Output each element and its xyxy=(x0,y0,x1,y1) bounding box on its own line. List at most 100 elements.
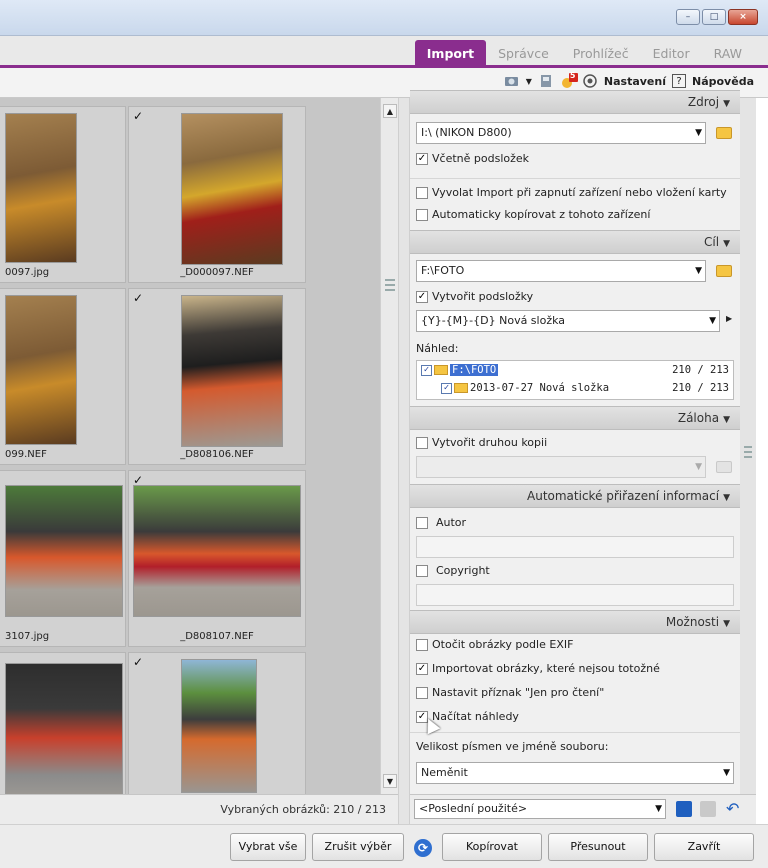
thumbnail-image xyxy=(5,113,77,263)
scroll-grip[interactable] xyxy=(385,276,395,312)
section-header-target[interactable]: Cíl ▼ xyxy=(410,230,740,254)
checkbox-label: Vyvolat Import při zapnutí zařízení nebo… xyxy=(432,186,727,199)
thumbnail-cell[interactable]: 0097.jpg xyxy=(0,106,126,283)
section-header-auto-info[interactable]: Automatické přiřazení informací ▼ xyxy=(410,484,740,508)
section-header-source[interactable]: Zdroj ▼ xyxy=(410,90,740,114)
tab-manager[interactable]: Správce xyxy=(486,40,561,68)
chevron-down-icon: ▼ xyxy=(695,462,702,472)
checkbox-box: ✓ xyxy=(416,662,428,675)
panel-splitter[interactable] xyxy=(398,98,410,824)
thumbnail-label: _D808107.NEF xyxy=(180,631,254,642)
thumbnail-cell[interactable]: 099.NEF xyxy=(0,288,126,465)
checkbox-box xyxy=(416,638,428,651)
checkbox-label: Načítat náhledy xyxy=(432,710,519,723)
maximize-button[interactable]: □ xyxy=(702,9,726,25)
tree-row[interactable]: ✓ F:\FOTO 210 / 213 xyxy=(417,361,733,379)
source-dropdown[interactable]: I:\ (NIKON D800) ▼ xyxy=(416,122,706,144)
checkbox-label: Vytvořit druhou kopii xyxy=(432,436,548,449)
tab-viewer[interactable]: Prohlížeč xyxy=(561,40,641,68)
author-checkbox[interactable]: Autor xyxy=(416,516,466,529)
preset-value: <Poslední použité> xyxy=(419,802,528,815)
thumbnail-image xyxy=(5,295,77,445)
settings-link[interactable]: Nastavení xyxy=(604,75,666,88)
delete-preset-icon[interactable] xyxy=(700,801,716,817)
scroll-up-icon[interactable]: ▲ xyxy=(383,104,397,118)
refresh-icon[interactable]: ⟳ xyxy=(414,839,432,857)
tree-node-count: 210 / 213 xyxy=(672,364,729,376)
author-input[interactable] xyxy=(416,536,734,558)
device-icon[interactable] xyxy=(538,73,554,89)
auto-import-checkbox[interactable]: Vyvolat Import při zapnutí zařízení nebo… xyxy=(416,186,727,199)
backup-path-dropdown[interactable]: ▼ xyxy=(416,456,706,478)
thumbnail-cell[interactable]: ✓ _D808106.NEF xyxy=(128,288,306,465)
thumbnail-checkbox[interactable]: ✓ xyxy=(133,291,143,305)
create-subfolders-checkbox[interactable]: ✓ Vytvořit podsložky xyxy=(416,290,533,303)
thumbnail-cell[interactable]: ✓ _D000097.NEF xyxy=(128,106,306,283)
chevron-down-icon[interactable]: ▼ xyxy=(526,77,532,86)
notification-icon[interactable]: 5 xyxy=(560,71,578,89)
thumbnail-checkbox[interactable]: ✓ xyxy=(133,109,143,123)
tab-editor[interactable]: Editor xyxy=(641,40,702,68)
copyright-input[interactable] xyxy=(416,584,734,606)
maximize-icon: □ xyxy=(709,11,719,22)
panel-scrollbar[interactable] xyxy=(740,98,756,794)
folder-icon[interactable] xyxy=(716,265,732,277)
close-window-button[interactable]: × xyxy=(728,9,758,25)
chevron-down-icon: ▼ xyxy=(723,493,730,503)
tree-checkbox[interactable]: ✓ xyxy=(441,382,452,394)
checkbox-label: Nastavit příznak "Jen pro čtení" xyxy=(432,686,605,699)
tab-import[interactable]: Import xyxy=(414,40,487,68)
chevron-down-icon: ▼ xyxy=(723,415,730,425)
thumbnail-image xyxy=(5,485,123,617)
minimize-button[interactable]: – xyxy=(676,9,700,25)
folder-icon[interactable] xyxy=(716,127,732,139)
deselect-button[interactable]: Zrušit výběr xyxy=(312,833,404,861)
filename-case-label: Velikost písmen ve jméně souboru: xyxy=(416,740,609,753)
section-title: Záloha xyxy=(677,411,720,425)
import-identical-checkbox[interactable]: ✓ Importovat obrázky, které nejsou totožn… xyxy=(416,662,660,675)
checkbox-label: Copyright xyxy=(436,564,490,577)
folder-preview-tree: ✓ F:\FOTO 210 / 213 ✓ 2013-07-27 Nová slož… xyxy=(416,360,734,400)
section-header-options[interactable]: Možnosti ▼ xyxy=(410,610,740,634)
copyright-checkbox[interactable]: Copyright xyxy=(416,564,490,577)
gear-icon[interactable] xyxy=(582,73,598,89)
section-title: Možnosti xyxy=(665,615,720,629)
help-link[interactable]: Nápověda xyxy=(692,75,754,88)
thumbnail-checkbox[interactable]: ✓ xyxy=(133,655,143,669)
section-header-backup[interactable]: Záloha ▼ xyxy=(410,406,740,430)
tree-row[interactable]: ✓ 2013-07-27 Nová složka 210 / 213 xyxy=(417,379,733,397)
include-subfolders-checkbox[interactable]: ✓ Včetně podsložek xyxy=(416,152,529,165)
preset-dropdown[interactable]: <Poslední použité> ▼ xyxy=(414,799,666,819)
save-icon[interactable] xyxy=(676,801,692,817)
camera-icon[interactable] xyxy=(504,73,520,89)
select-all-button[interactable]: Vybrat vše xyxy=(230,833,306,861)
auto-copy-checkbox[interactable]: Automaticky kopírovat z tohoto zařízení xyxy=(416,208,650,221)
second-copy-checkbox[interactable]: Vytvořit druhou kopii xyxy=(416,436,547,449)
import-settings-panel: Zdroj ▼ I:\ (NIKON D800) ▼ ✓ Včetně podslo… xyxy=(410,90,740,794)
chevron-right-icon[interactable]: ▶ xyxy=(726,314,732,323)
filename-case-value: Neměnit xyxy=(421,766,468,779)
thumbnail-cell[interactable] xyxy=(0,652,126,794)
checkbox-label: Automaticky kopírovat z tohoto zařízení xyxy=(432,208,651,221)
copy-button[interactable]: Kopírovat xyxy=(442,833,542,861)
help-icon[interactable]: ? xyxy=(672,74,686,88)
tab-raw[interactable]: RAW xyxy=(702,40,754,68)
thumbnail-cell[interactable]: ✓ _D808107.NEF xyxy=(128,470,306,647)
filename-case-dropdown[interactable]: Neměnit ▼ xyxy=(416,762,734,784)
thumbnail-cell[interactable]: 3107.jpg xyxy=(0,470,126,647)
scroll-down-icon[interactable]: ▼ xyxy=(383,774,397,788)
mode-tabbar: Import Správce Prohlížeč Editor RAW xyxy=(0,36,768,68)
close-icon: × xyxy=(739,11,747,22)
move-button[interactable]: Přesunout xyxy=(548,833,648,861)
thumbnail-cell[interactable]: ✓ xyxy=(128,652,306,794)
thumbnail-scrollbar[interactable]: ▲ ▼ xyxy=(380,98,398,794)
close-button[interactable]: Zavřít xyxy=(654,833,754,861)
checkbox-box xyxy=(416,208,428,221)
section-title: Zdroj xyxy=(687,95,720,109)
tree-checkbox[interactable]: ✓ xyxy=(421,364,432,376)
rotate-exif-checkbox[interactable]: Otočit obrázky podle EXIF xyxy=(416,638,573,651)
target-dropdown[interactable]: F:\FOTO ▼ xyxy=(416,260,706,282)
subfolder-pattern-dropdown[interactable]: {Y}-{M}-{D} Nová složka ▼ xyxy=(416,310,720,332)
undo-icon[interactable]: ↶ xyxy=(726,799,739,818)
read-only-checkbox[interactable]: Nastavit příznak "Jen pro čtení" xyxy=(416,686,604,699)
